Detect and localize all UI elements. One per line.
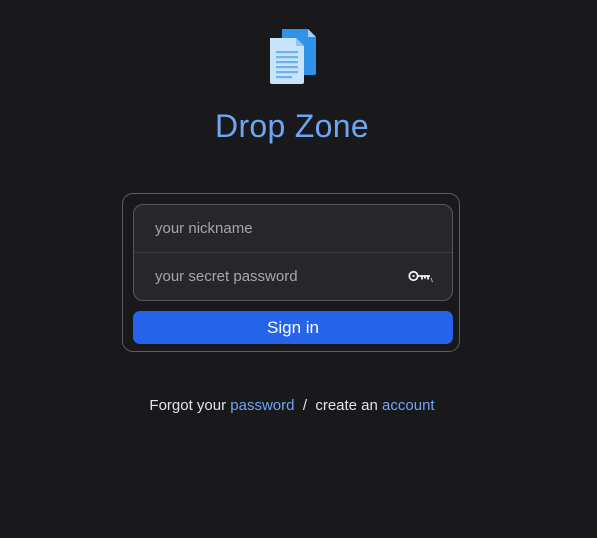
documents-icon	[270, 29, 316, 84]
account-link[interactable]: account	[382, 397, 435, 414]
sign-in-button[interactable]: Sign in	[133, 311, 453, 344]
password-input[interactable]: your secret password	[134, 252, 452, 299]
app-title: Drop Zone	[215, 108, 369, 144]
credential-fields: your nickname your secret password	[133, 204, 453, 301]
password-link[interactable]: password	[230, 397, 294, 414]
forgot-prefix: Forgot your	[149, 397, 231, 414]
login-page: Drop Zone your nickname your secret pass…	[0, 0, 597, 538]
nickname-input[interactable]: your nickname	[134, 205, 452, 252]
nickname-placeholder: your nickname	[155, 220, 253, 237]
separator: /	[294, 397, 316, 414]
create-prefix: create an	[315, 397, 383, 414]
login-card: your nickname your secret password Sign …	[122, 193, 460, 352]
password-placeholder: your secret password	[155, 267, 298, 285]
footer-links: Forgot your password / create an account	[0, 397, 584, 414]
key-icon[interactable]	[408, 268, 434, 284]
